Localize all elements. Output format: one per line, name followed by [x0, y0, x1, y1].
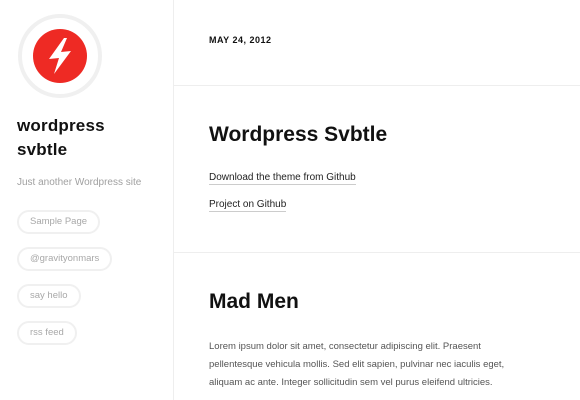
sidebar: wordpress svbtle Just another Wordpress …	[0, 0, 174, 400]
date-header: MAY 24, 2012	[174, 0, 580, 86]
excerpt-line: pellentesque vehicula mollis. Sed elit s…	[209, 359, 505, 370]
page: wordpress svbtle Just another Wordpress …	[0, 0, 580, 400]
lightning-bolt-icon	[33, 29, 87, 83]
post-excerpt: Lorem ipsum dolor sit amet, consectetur …	[209, 338, 549, 392]
site-title-line2: svbtle	[17, 140, 68, 159]
nav-link-rss-feed[interactable]: rss feed	[17, 321, 77, 345]
nav-item: Sample Page	[17, 210, 112, 234]
nav-link-say-hello[interactable]: say hello	[17, 284, 81, 308]
post-title[interactable]: Wordpress Svbtle	[209, 123, 387, 147]
project-github-link[interactable]: Project on Github	[209, 199, 287, 212]
post-date: MAY 24, 2012	[209, 35, 272, 45]
lightning-bolt-glyph	[49, 38, 71, 74]
nav-item: @gravityonmars	[17, 247, 113, 271]
sidebar-nav: Sample Page @gravityonmars say hello rss…	[17, 210, 113, 358]
nav-link-sample-page[interactable]: Sample Page	[17, 210, 101, 234]
nav-link-twitter[interactable]: @gravityonmars	[17, 247, 113, 271]
excerpt-line: aliquam ac ante. Integer sollicitudin se…	[209, 377, 493, 388]
nav-item: rss feed	[17, 321, 112, 345]
excerpt-line: Lorem ipsum dolor sit amet, consectetur …	[209, 341, 481, 352]
main-content: MAY 24, 2012 Wordpress Svbtle Download t…	[174, 0, 580, 400]
site-title[interactable]: wordpress svbtle	[17, 114, 157, 162]
nav-item: say hello	[17, 284, 112, 308]
site-logo[interactable]	[18, 14, 102, 98]
site-title-line1: wordpress	[17, 116, 105, 135]
download-theme-link[interactable]: Download the theme from Github	[209, 172, 356, 185]
site-tagline: Just another Wordpress site	[17, 177, 142, 188]
post-title[interactable]: Mad Men	[209, 290, 299, 314]
post-article: Mad Men Lorem ipsum dolor sit amet, cons…	[174, 253, 580, 400]
post-article: Wordpress Svbtle Download the theme from…	[174, 86, 580, 253]
